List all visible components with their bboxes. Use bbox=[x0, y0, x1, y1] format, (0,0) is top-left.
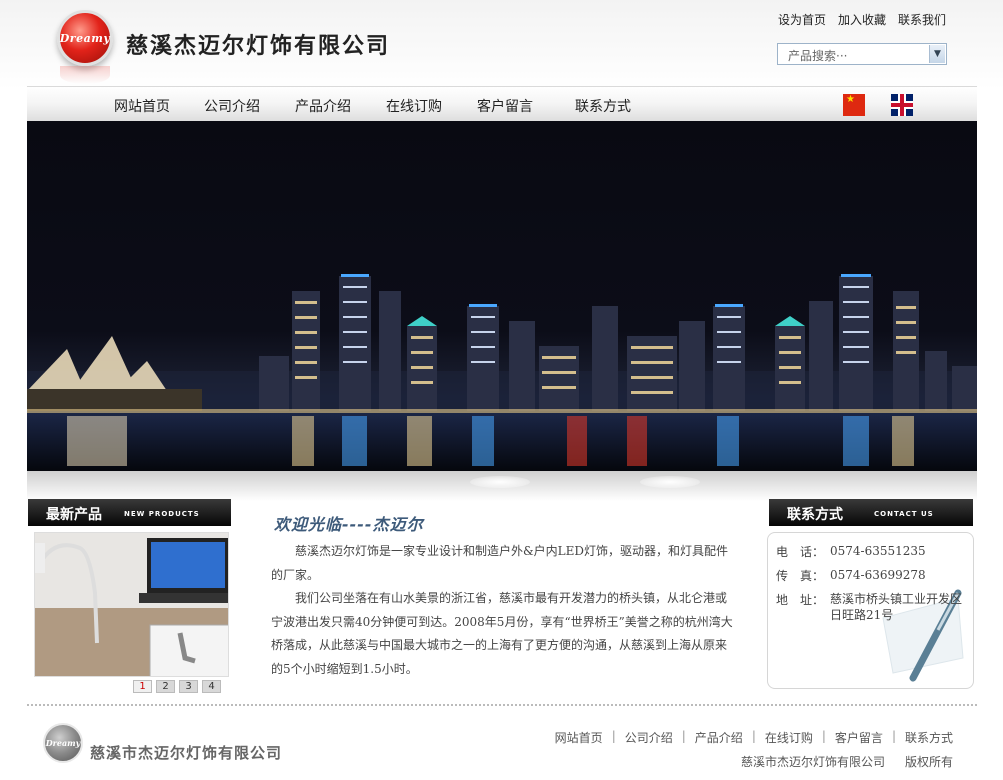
footer-logo: Dreamy bbox=[43, 723, 83, 763]
contact-fax: 传 真： 0574-63699278 bbox=[776, 567, 970, 584]
welcome-title: 欢迎光临----杰迈尔 bbox=[274, 515, 424, 534]
phone-value: 0574-63551235 bbox=[830, 544, 926, 558]
desk-lamp-laptop-image bbox=[35, 533, 228, 676]
product-pager: 1 2 3 4 bbox=[133, 680, 221, 693]
welcome-paragraph: 慈溪杰迈尔灯饰是一家专业设计和制造户外&户内LED灯饰，驱动器，和灯具配件的厂家… bbox=[271, 544, 729, 582]
spotlight-glow bbox=[470, 476, 530, 488]
contact-title: 联系方式 bbox=[787, 507, 843, 523]
nav-guestbook[interactable]: 客户留言 bbox=[477, 96, 533, 116]
spotlight-glow bbox=[640, 476, 700, 488]
city-night-banner bbox=[27, 121, 977, 471]
nav-order[interactable]: 在线订购 bbox=[386, 96, 442, 116]
footer-link-about[interactable]: 公司介绍 bbox=[625, 729, 673, 746]
footer-separator: | bbox=[821, 729, 826, 743]
phone-label: 电 话： bbox=[776, 545, 825, 559]
footer-divider bbox=[27, 704, 977, 706]
latest-products-subtitle: NEW PRODUCTS bbox=[124, 510, 200, 518]
logo[interactable]: Dreamy bbox=[57, 10, 113, 66]
footer-link-products[interactable]: 产品介绍 bbox=[695, 729, 743, 746]
pager-page-2[interactable]: 2 bbox=[156, 680, 175, 693]
nav-home[interactable]: 网站首页 bbox=[114, 96, 170, 116]
welcome-paragraph: 我们公司坐落在有山水美景的浙江省，慈溪市最有开发潜力的桥头镇，从北仑港或宁波港出… bbox=[271, 591, 733, 676]
footer-link-home[interactable]: 网站首页 bbox=[555, 729, 603, 746]
uk-flag-icon[interactable] bbox=[891, 94, 913, 116]
address-label: 地 址： bbox=[776, 593, 825, 607]
main-nav: 网站首页 公司介绍 产品介绍 在线订购 客户留言 联系方式 bbox=[27, 86, 977, 121]
contact-header: 联系方式 CONTACT US bbox=[769, 499, 973, 526]
contact-phone: 电 话： 0574-63551235 bbox=[776, 543, 970, 560]
chinese-flag-icon[interactable] bbox=[843, 94, 865, 116]
copyright-text: 版权所有 bbox=[904, 755, 953, 769]
set-homepage-link[interactable]: 设为首页 bbox=[778, 11, 826, 28]
copyright-owner: 慈溪市杰迈尔灯饰有限公司 bbox=[740, 755, 885, 769]
footer-copyright: 慈溪市杰迈尔灯饰有限公司 版权所有 bbox=[741, 753, 953, 770]
fax-label: 传 真： bbox=[776, 569, 825, 583]
contact-address: 地 址： 慈溪市桥头镇工业开发区日旺路21号 bbox=[776, 591, 970, 623]
footer-logo-text: Dreamy bbox=[45, 738, 81, 748]
latest-products-title: 最新产品 bbox=[46, 507, 102, 523]
footer-separator: | bbox=[681, 729, 686, 743]
top-links: 设为首页 加入收藏 联系我们 bbox=[778, 11, 946, 28]
address-value: 慈溪市桥头镇工业开发区日旺路21号 bbox=[830, 592, 963, 622]
welcome-body: 慈溪杰迈尔灯饰是一家专业设计和制造户外&户内LED灯饰，驱动器，和灯具配件的厂家… bbox=[271, 540, 736, 681]
product-search-value: 产品搜索··· bbox=[788, 49, 848, 63]
pager-page-1[interactable]: 1 bbox=[133, 680, 152, 693]
pager-page-3[interactable]: 3 bbox=[179, 680, 198, 693]
chevron-down-icon[interactable]: ▼ bbox=[929, 45, 945, 63]
footer-company-name: 慈溪市杰迈尔灯饰有限公司 bbox=[90, 744, 283, 762]
contact-us-link[interactable]: 联系我们 bbox=[898, 11, 946, 28]
nav-contact[interactable]: 联系方式 bbox=[575, 96, 631, 116]
footer-link-order[interactable]: 在线订购 bbox=[765, 729, 813, 746]
latest-products-header: 最新产品 NEW PRODUCTS bbox=[28, 499, 231, 526]
logo-reflection bbox=[60, 66, 110, 84]
fax-value: 0574-63699278 bbox=[830, 568, 926, 582]
logo-text: Dreamy bbox=[59, 31, 111, 45]
nav-products[interactable]: 产品介绍 bbox=[295, 96, 351, 116]
city-skyline-image bbox=[27, 274, 977, 471]
company-name: 慈溪杰迈尔灯饰有限公司 bbox=[126, 34, 391, 59]
product-photo[interactable] bbox=[34, 532, 229, 677]
footer-separator: | bbox=[891, 729, 896, 743]
contact-subtitle: CONTACT US bbox=[874, 510, 934, 518]
footer-separator: | bbox=[751, 729, 756, 743]
contact-box: 电 话： 0574-63551235 传 真： 0574-63699278 地 … bbox=[767, 532, 974, 689]
footer-link-contact[interactable]: 联系方式 bbox=[905, 729, 953, 746]
footer-link-guestbook[interactable]: 客户留言 bbox=[835, 729, 883, 746]
product-search-select[interactable]: 产品搜索··· ▼ bbox=[777, 43, 947, 65]
footer-links: 网站首页 | 公司介绍 | 产品介绍 | 在线订购 | 客户留言 | 联系方式 bbox=[555, 729, 953, 746]
footer-separator: | bbox=[611, 729, 616, 743]
nav-about[interactable]: 公司介绍 bbox=[204, 96, 260, 116]
add-favorite-link[interactable]: 加入收藏 bbox=[838, 11, 886, 28]
pager-page-4[interactable]: 4 bbox=[202, 680, 221, 693]
